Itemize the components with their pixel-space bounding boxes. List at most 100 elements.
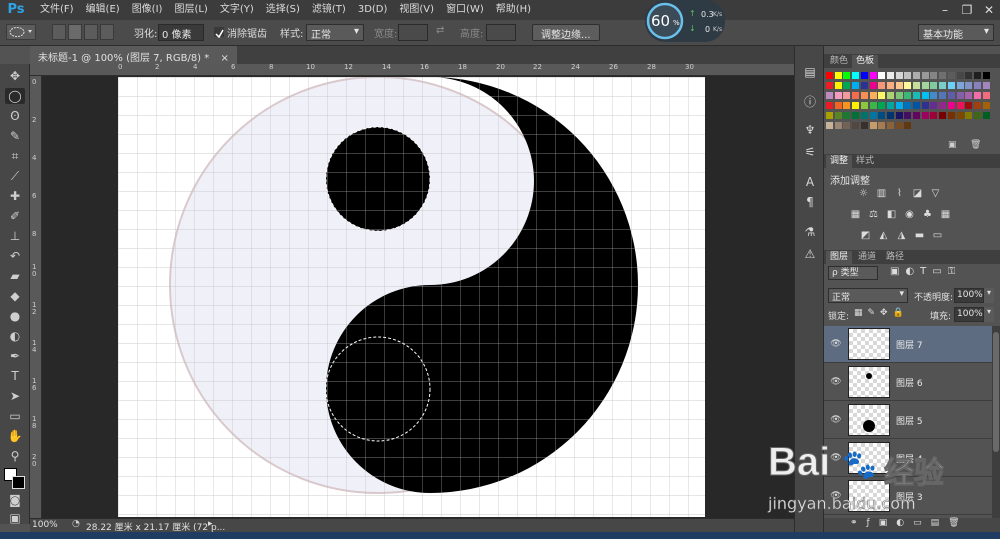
brush-presets-panel-icon[interactable]: ⚟ xyxy=(801,144,819,160)
new-selection-button[interactable] xyxy=(52,24,66,40)
channel-mixer-icon[interactable]: ♣ xyxy=(922,209,933,220)
swatch[interactable] xyxy=(895,92,903,99)
history-panel-icon[interactable]: ▤ xyxy=(801,64,819,80)
hand-tool-icon[interactable]: ✋ xyxy=(5,428,25,444)
swatch[interactable] xyxy=(878,102,886,109)
swatch[interactable] xyxy=(913,92,920,99)
swatch[interactable] xyxy=(913,72,920,79)
character-panel-icon[interactable]: A xyxy=(801,174,819,190)
swatch[interactable] xyxy=(886,92,894,99)
swatch[interactable] xyxy=(956,72,964,79)
menu-select[interactable]: 选择(S) xyxy=(260,0,306,20)
swatch[interactable] xyxy=(886,82,894,89)
swatch[interactable] xyxy=(852,102,860,109)
swatch[interactable] xyxy=(860,92,868,99)
swatch[interactable] xyxy=(895,112,903,119)
swatch[interactable] xyxy=(852,92,860,99)
swatch[interactable] xyxy=(947,112,955,119)
swatch[interactable] xyxy=(834,92,842,99)
swatch[interactable] xyxy=(886,122,894,129)
swatch[interactable] xyxy=(973,92,981,99)
swatch[interactable] xyxy=(921,112,929,119)
swatch[interactable] xyxy=(930,82,938,89)
menu-3d[interactable]: 3D(D) xyxy=(352,0,394,20)
swatch[interactable] xyxy=(826,112,833,119)
swatch[interactable] xyxy=(956,112,964,119)
lasso-tool-icon[interactable]: ʘ xyxy=(5,108,25,124)
layer-filter-icons[interactable]: ▣◐T▭⚿ xyxy=(890,266,990,280)
swatch[interactable] xyxy=(965,72,973,79)
posterize-icon[interactable]: ◭ xyxy=(878,230,889,241)
swatch[interactable] xyxy=(921,102,929,109)
clone-source-panel-icon[interactable]: ⚠ xyxy=(801,246,819,262)
gradient-map-icon[interactable]: ▬ xyxy=(914,230,925,241)
paint-bucket-tool-icon[interactable]: ◆ xyxy=(5,288,25,304)
swatch[interactable] xyxy=(921,92,929,99)
add-selection-button[interactable] xyxy=(68,24,82,40)
antialias-checkbox[interactable] xyxy=(214,27,224,39)
layer-filter-select[interactable]: ρ 类型 xyxy=(828,266,878,280)
status-menu-arrow-icon[interactable]: ▸ xyxy=(208,519,213,529)
eye-icon[interactable]: 👁 xyxy=(830,376,842,388)
swatch[interactable] xyxy=(904,102,912,109)
swatch[interactable] xyxy=(956,82,964,89)
height-input[interactable] xyxy=(486,24,516,41)
paragraph-panel-icon[interactable]: ¶ xyxy=(801,194,819,210)
menu-filter[interactable]: 滤镜(T) xyxy=(306,0,352,20)
swatch[interactable] xyxy=(904,72,912,79)
layer-row[interactable]: 👁 图层 7 xyxy=(824,326,992,363)
swatch[interactable] xyxy=(973,82,981,89)
swatch[interactable] xyxy=(869,72,877,79)
swatch[interactable] xyxy=(895,122,903,129)
width-input[interactable] xyxy=(398,24,428,41)
quick-mask-icon[interactable]: ◙ xyxy=(5,492,25,508)
swatch[interactable] xyxy=(982,102,990,109)
subtract-selection-button[interactable] xyxy=(84,24,98,40)
swatch[interactable] xyxy=(826,92,833,99)
scrollbar-thumb[interactable] xyxy=(993,332,999,452)
swatch[interactable] xyxy=(869,102,877,109)
menu-image[interactable]: 图像(I) xyxy=(126,0,169,20)
swatch[interactable] xyxy=(878,122,886,129)
swatch[interactable] xyxy=(860,112,868,119)
dodge-tool-icon[interactable]: ◐ xyxy=(5,328,25,344)
swatch[interactable] xyxy=(886,72,894,79)
swatch[interactable] xyxy=(930,102,938,109)
opacity-slider-icon[interactable]: ▾ xyxy=(984,288,994,303)
pen-tool-icon[interactable]: ✒ xyxy=(5,348,25,364)
swatch[interactable] xyxy=(973,102,981,109)
swatch[interactable] xyxy=(834,82,842,89)
color-lookup-icon[interactable]: ▦ xyxy=(940,209,951,220)
tool-presets-panel-icon[interactable]: ⚗ xyxy=(801,224,819,240)
brightness-icon[interactable]: ☼ xyxy=(858,188,869,199)
swatch[interactable] xyxy=(895,72,903,79)
swatch[interactable] xyxy=(886,112,894,119)
menu-layer[interactable]: 图层(L) xyxy=(168,0,213,20)
refine-edge-button[interactable]: 调整边缘... xyxy=(532,24,600,41)
feather-input[interactable]: 0 像素 xyxy=(158,24,204,41)
menu-help[interactable]: 帮助(H) xyxy=(490,0,537,20)
selective-color-icon[interactable]: ▭ xyxy=(932,230,943,241)
swatch[interactable] xyxy=(852,112,860,119)
swatch[interactable] xyxy=(904,82,912,89)
trash-icon[interactable]: 🗑 xyxy=(970,140,981,150)
menu-type[interactable]: 文字(Y) xyxy=(214,0,260,20)
swatch[interactable] xyxy=(895,102,903,109)
swatch[interactable] xyxy=(956,92,964,99)
levels-icon[interactable]: ▥ xyxy=(876,188,887,199)
menu-window[interactable]: 窗口(W) xyxy=(440,0,490,20)
swatch[interactable] xyxy=(904,92,912,99)
swatch[interactable] xyxy=(860,82,868,89)
document-tab[interactable]: 未标题-1 @ 100% (图层 7, RGB/8) * × xyxy=(30,46,237,64)
swatch[interactable] xyxy=(869,122,877,129)
zoom-level[interactable]: 100% xyxy=(32,520,58,530)
quick-select-tool-icon[interactable]: ✎ xyxy=(5,128,25,144)
swatch[interactable] xyxy=(843,112,851,119)
menu-edit[interactable]: 编辑(E) xyxy=(80,0,126,20)
background-color-swatch[interactable] xyxy=(12,476,25,489)
swatch[interactable] xyxy=(982,82,990,89)
brush-panel-icon[interactable]: ♆ xyxy=(801,122,819,138)
swatch[interactable] xyxy=(913,82,920,89)
swatch[interactable] xyxy=(826,122,833,129)
new-swatch-icon[interactable]: ▣ xyxy=(948,140,957,150)
